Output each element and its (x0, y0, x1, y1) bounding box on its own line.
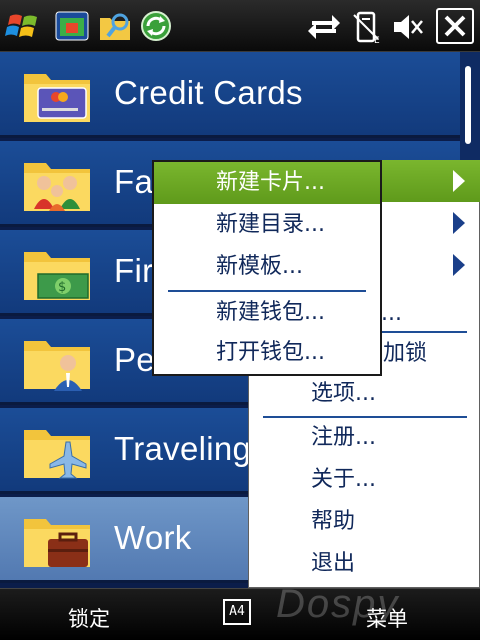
windows-start-icon[interactable] (4, 6, 44, 46)
list-item-label: Credit Cards (114, 74, 303, 111)
submenu-item-label: 打开钱包... (216, 340, 325, 365)
travel-folder-icon (24, 430, 90, 479)
svg-text:$: $ (58, 280, 66, 295)
connectivity-icon[interactable] (306, 9, 342, 45)
chevron-right-icon (453, 212, 465, 234)
menu-item-label: ... (381, 301, 402, 326)
menu-item-label: 选项... (311, 381, 376, 406)
new-submenu: 新建卡片... 新建目录... 新模板... 新建钱包... 打开钱包... (152, 160, 382, 376)
work-folder-icon (24, 519, 90, 567)
volume-icon[interactable] (390, 9, 426, 45)
scrollbar-thumb[interactable] (465, 66, 471, 144)
family-folder-icon (24, 163, 90, 211)
chevron-right-icon (453, 170, 465, 192)
menu-item-label: 退出 (311, 551, 356, 576)
submenu-item-label: 新建目录... (216, 212, 325, 237)
submenu-item-label: 新建钱包... (216, 300, 325, 325)
close-button[interactable] (436, 8, 474, 44)
menu-item-about[interactable]: 关于... (249, 459, 480, 501)
list-item-label: Work (114, 519, 192, 556)
file-explorer-icon[interactable] (96, 6, 136, 46)
menu-item-label: 关于... (311, 467, 376, 492)
input-method-icon[interactable]: A4 (223, 599, 251, 625)
wallet-app-icon[interactable] (52, 6, 92, 46)
finance-folder-icon: $ (24, 252, 90, 300)
menu-item-help[interactable]: 帮助 (249, 501, 480, 543)
phone-signal-icon[interactable]: E (348, 9, 384, 45)
svg-text:E: E (374, 36, 380, 45)
submenu-item-new-wallet[interactable]: 新建钱包... (154, 292, 380, 334)
menu-item-label: 加锁 (383, 341, 428, 366)
submenu-item-new-card[interactable]: 新建卡片... (154, 162, 380, 204)
menu-item-new-highlight[interactable] (380, 160, 480, 202)
submenu-item-open-wallet[interactable]: 打开钱包... (154, 332, 380, 374)
watermark-logo: Dospy (276, 582, 400, 626)
sync-icon[interactable] (136, 6, 176, 46)
list-item-label: Traveling (114, 430, 252, 467)
submenu-item-new-template[interactable]: 新模板... (154, 246, 380, 288)
list-item-label: Fir (114, 252, 154, 289)
close-icon (444, 15, 466, 37)
menu-item-register[interactable]: 注册... (249, 417, 480, 459)
lock-softkey[interactable]: 锁定 (68, 603, 110, 633)
list-item-credit-cards[interactable]: Credit Cards (0, 52, 460, 138)
menu-item-exit[interactable]: 退出 (249, 543, 480, 585)
softkey-bar: 锁定 A4 菜单 (0, 588, 480, 640)
menu-item-options[interactable]: 选项... (249, 373, 480, 415)
submenu-item-label: 新模板... (216, 254, 303, 279)
status-bar: E (0, 0, 480, 52)
credit-card-folder-icon (24, 74, 90, 122)
submenu-item-new-folder[interactable]: 新建目录... (154, 204, 380, 246)
menu-item-label: 帮助 (311, 509, 356, 534)
list-item-label: Fa (114, 163, 154, 200)
submenu-item-label: 新建卡片... (216, 170, 325, 195)
menu-item-label: 注册... (311, 425, 376, 450)
chevron-right-icon (453, 254, 465, 276)
personal-folder-icon (24, 341, 90, 391)
